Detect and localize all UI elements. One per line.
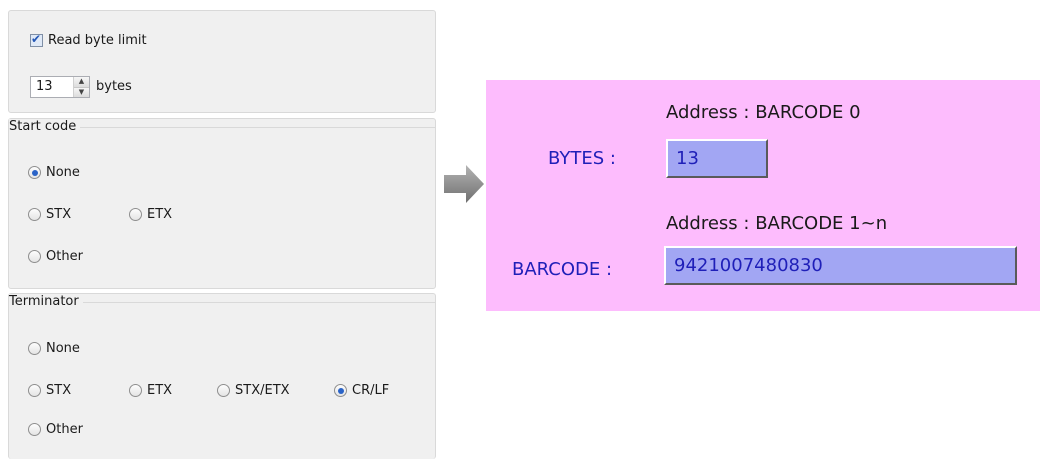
start-option-other-label: Other (46, 249, 83, 264)
start-code-group: Start code None STX ETX Other (8, 118, 436, 289)
term-option-etx-label: ETX (147, 383, 173, 398)
term-option-stx[interactable]: STX (28, 383, 71, 398)
barcode-value: 9421007480830 (674, 255, 823, 276)
read-byte-limit-label: Read byte limit (48, 33, 147, 48)
term-option-stx-etx[interactable]: STX/ETX (217, 383, 290, 398)
term-option-stx-etx-label: STX/ETX (235, 383, 290, 398)
bytes-unit-label: bytes (96, 79, 132, 94)
radio-icon (129, 384, 142, 397)
radio-icon (334, 384, 347, 397)
bytes-label: BYTES : (548, 148, 616, 169)
start-code-title: Start code (9, 119, 81, 135)
term-option-none[interactable]: None (28, 341, 80, 356)
radio-icon (28, 342, 41, 355)
term-option-stx-label: STX (46, 383, 72, 398)
radio-icon (28, 208, 41, 221)
start-option-stx-label: STX (46, 207, 72, 222)
radio-icon (28, 250, 41, 263)
terminator-group: Terminator None STX ETX STX/ETX CR/LF Ot… (8, 293, 436, 459)
bytes-spinner[interactable]: 13 ▲ ▼ (30, 76, 90, 98)
barcode-value-box: 9421007480830 (664, 246, 1017, 285)
term-option-other[interactable]: Other (28, 422, 83, 437)
barcode-address-label: Address : BARCODE 1~n (666, 213, 888, 234)
term-option-none-label: None (46, 341, 80, 356)
read-limit-panel: Read byte limit 13 ▲ ▼ bytes (8, 10, 436, 113)
term-option-crlf[interactable]: CR/LF (334, 383, 389, 398)
start-option-other[interactable]: Other (28, 249, 83, 264)
barcode-display-panel: Address : BARCODE 0 BYTES : 13 Address :… (486, 80, 1040, 311)
start-option-etx-label: ETX (147, 207, 173, 222)
start-option-etx[interactable]: ETX (129, 207, 172, 222)
bytes-spinner-value[interactable]: 13 (31, 77, 73, 97)
read-byte-limit-checkbox[interactable]: Read byte limit (30, 32, 147, 48)
radio-icon (28, 423, 41, 436)
radio-icon (129, 208, 142, 221)
bytes-value-box: 13 (666, 139, 768, 178)
radio-icon (28, 384, 41, 397)
term-option-other-label: Other (46, 422, 83, 437)
right-arrow-icon (444, 165, 484, 203)
start-option-stx[interactable]: STX (28, 207, 71, 222)
barcode-label: BARCODE : (512, 259, 613, 280)
start-option-none[interactable]: None (28, 165, 80, 180)
term-option-crlf-label: CR/LF (352, 383, 390, 398)
terminator-title: Terminator (9, 294, 83, 310)
bytes-value: 13 (676, 148, 699, 169)
radio-icon (28, 166, 41, 179)
spinner-down-icon[interactable]: ▼ (74, 86, 89, 97)
term-option-etx[interactable]: ETX (129, 383, 172, 398)
bytes-address-label: Address : BARCODE 0 (666, 102, 861, 123)
checkbox-icon (30, 32, 43, 47)
start-option-none-label: None (46, 165, 80, 180)
radio-icon (217, 384, 230, 397)
spinner-up-icon[interactable]: ▲ (74, 77, 89, 87)
